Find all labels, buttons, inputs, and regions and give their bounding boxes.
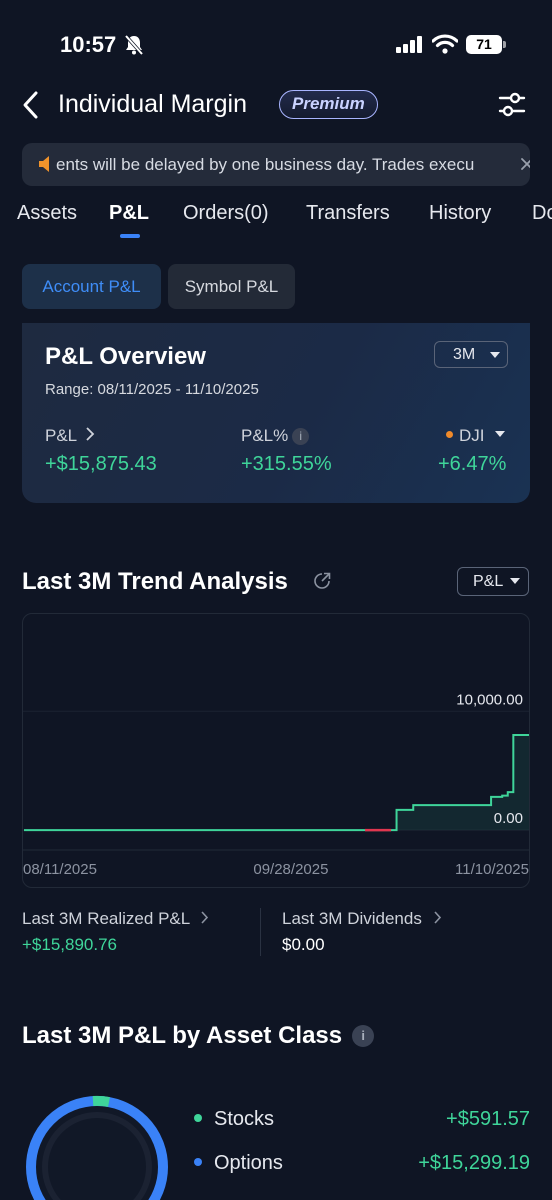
dividends-label[interactable]: Last 3M Dividends (282, 909, 442, 929)
tab-orders[interactable]: Orders(0) (183, 202, 269, 225)
status-time: 10:57 (60, 32, 117, 57)
bell-slash-icon (124, 34, 144, 61)
options-value: +$15,299.19 (418, 1152, 530, 1174)
chevron-right-icon (433, 911, 441, 924)
trend-chart[interactable]: 10,000.00 0.00 08/11/2025 09/28/2025 11/10/2… (22, 613, 530, 888)
dividends-value: $0.00 (282, 935, 325, 954)
tab-assets[interactable]: Assets (17, 202, 77, 225)
stocks-value: +$591.57 (446, 1108, 530, 1130)
benchmark-value: +6.47% (438, 453, 507, 475)
pnl-value: +$15,875.43 (45, 453, 157, 475)
tab-transfers[interactable]: Transfers (306, 202, 390, 225)
stocks-dot (194, 1114, 202, 1122)
divider (260, 908, 261, 956)
overview-title: P&L Overview (45, 343, 206, 370)
pnl-percent-label-text: P&L% (241, 426, 289, 445)
period-value: 3M (453, 346, 476, 363)
x-tick-label: 11/10/2025 (455, 861, 529, 878)
benchmark-dot (446, 431, 453, 438)
caret-down-icon (490, 352, 500, 358)
share-icon[interactable] (313, 572, 331, 595)
caret-down-icon (510, 578, 520, 584)
date-range: Range: 08/11/2025 - 11/10/2025 (45, 381, 259, 398)
asset-class-title: Last 3M P&L by Asset Class i (22, 1022, 375, 1050)
battery-tip (503, 41, 506, 48)
legend-options: Options (194, 1152, 283, 1175)
battery-indicator: 71 (466, 35, 502, 54)
speaker-icon (38, 155, 54, 178)
asset-class-donut[interactable] (22, 1092, 172, 1200)
benchmark-select[interactable]: DJI (446, 426, 506, 446)
tab-active-indicator (120, 234, 140, 238)
info-icon[interactable]: i (292, 428, 310, 445)
close-icon[interactable] (520, 157, 530, 176)
signal-icon (396, 36, 424, 58)
realized-pnl-label-text: Last 3M Realized P&L (22, 909, 190, 928)
tab-history[interactable]: History (429, 202, 491, 225)
realized-pnl-label[interactable]: Last 3M Realized P&L (22, 909, 209, 929)
tab-bar: Assets P&L Orders(0) Transfers History D… (0, 200, 552, 240)
trend-chart-svg: 10,000.00 0.00 08/11/2025 09/28/2025 11/10/2… (23, 641, 529, 878)
trend-metric-value: P&L (473, 573, 504, 590)
chevron-right-icon (86, 427, 95, 441)
page-title: Individual Margin (58, 90, 247, 118)
notice-banner[interactable]: ents will be delayed by one business day… (22, 143, 530, 186)
trend-title: Last 3M Trend Analysis (22, 568, 288, 595)
options-dot (194, 1158, 202, 1166)
period-select[interactable]: 3M (434, 341, 508, 368)
x-tick-label: 09/28/2025 (253, 861, 328, 878)
asset-class-title-text: Last 3M P&L by Asset Class (22, 1022, 343, 1049)
stocks-label: Stocks (214, 1108, 275, 1130)
tab-pnl[interactable]: P&L (109, 202, 149, 225)
notice-text: ents will be delayed by one business day… (56, 155, 475, 174)
symbol-pnl-tab[interactable]: Symbol P&L (168, 264, 295, 309)
realized-pnl-value: +$15,890.76 (22, 935, 118, 954)
x-tick-label: 08/11/2025 (23, 861, 97, 878)
filter-settings-icon[interactable] (498, 92, 526, 123)
chevron-right-icon (201, 911, 209, 924)
y-tick-label: 0.00 (494, 810, 523, 827)
pnl-percent-label: P&L% i (241, 426, 310, 446)
tab-documents[interactable]: Do (532, 202, 552, 225)
pnl-label-text: P&L (45, 426, 77, 445)
wifi-icon (431, 34, 459, 59)
dividends-label-text: Last 3M Dividends (282, 909, 422, 928)
info-icon[interactable]: i (352, 1025, 375, 1047)
legend-stocks: Stocks (194, 1108, 274, 1131)
series-line (24, 641, 529, 832)
back-icon[interactable] (20, 90, 42, 125)
pnl-percent-value: +315.55% (241, 453, 332, 475)
series-area (24, 735, 529, 831)
caret-down-icon (495, 431, 506, 437)
premium-badge[interactable]: Premium (279, 90, 378, 119)
pnl-label[interactable]: P&L (45, 426, 95, 446)
options-label: Options (214, 1152, 283, 1174)
y-tick-label: 10,000.00 (456, 691, 523, 708)
benchmark-label: DJI (459, 426, 485, 445)
trend-metric-select[interactable]: P&L (457, 567, 529, 596)
account-pnl-tab[interactable]: Account P&L (22, 264, 161, 309)
